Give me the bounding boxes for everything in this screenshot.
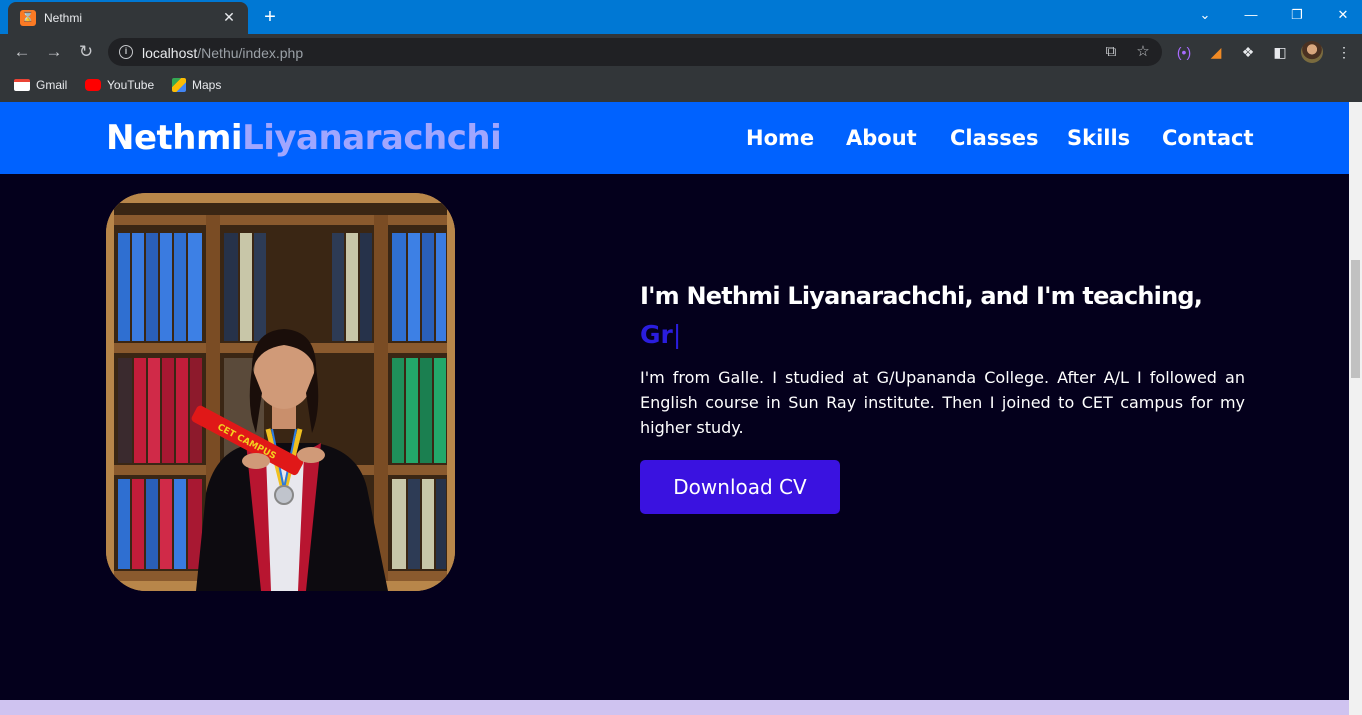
site-navbar: NethmiLiyanarachchi Home About Classes S…: [0, 102, 1349, 174]
browser-tabstrip: ⌛ Nethmi ✕ + ⌄ — ❐ ✕: [0, 0, 1362, 34]
gmail-icon: [14, 78, 30, 91]
profile-avatar[interactable]: [1301, 41, 1323, 63]
reload-button[interactable]: ↻: [74, 40, 98, 64]
hero-title: I'm Nethmi Liyanarachchi, and I'm teachi…: [640, 282, 1203, 310]
tab-search-icon[interactable]: ⌄: [1182, 0, 1228, 30]
extension-orange-icon[interactable]: ◢: [1206, 42, 1226, 62]
back-button[interactable]: ←: [10, 40, 34, 64]
next-section-edge: [0, 700, 1349, 715]
browser-toolbar: ← → ↻ i localhost/Nethu/index.php ⧉ ☆ (•…: [0, 34, 1362, 70]
bookmark-youtube[interactable]: YouTube: [85, 77, 154, 95]
address-bar[interactable]: i localhost/Nethu/index.php ⧉ ☆: [108, 38, 1162, 66]
nav-about[interactable]: About: [846, 126, 917, 150]
maps-icon: [172, 77, 186, 92]
browser-tab[interactable]: ⌛ Nethmi ✕: [8, 2, 248, 34]
download-cv-button[interactable]: Download CV: [640, 460, 840, 514]
close-tab-icon[interactable]: ✕: [220, 8, 238, 26]
nav-skills[interactable]: Skills: [1067, 126, 1130, 150]
nav-contact[interactable]: Contact: [1162, 126, 1254, 150]
web-page: NethmiLiyanarachchi Home About Classes S…: [0, 102, 1349, 715]
bookmarks-bar: Gmail YouTube Maps: [0, 70, 1362, 102]
hero-description: I'm from Galle. I studied at G/Upananda …: [640, 368, 1245, 437]
typing-cursor: |: [672, 320, 682, 349]
typed-text: Gr|: [640, 320, 682, 349]
close-window-button[interactable]: ✕: [1320, 0, 1362, 30]
youtube-icon: [85, 78, 101, 91]
page-scrollbar[interactable]: [1349, 102, 1362, 715]
url-text: localhost/Nethu/index.php: [142, 45, 304, 61]
forward-button[interactable]: →: [42, 40, 66, 64]
new-tab-button[interactable]: +: [258, 5, 282, 29]
side-panel-icon[interactable]: ◧: [1270, 42, 1290, 62]
site-info-icon[interactable]: i: [119, 45, 133, 59]
site-logo[interactable]: NethmiLiyanarachchi: [106, 118, 502, 158]
extension-radio-icon[interactable]: (•): [1174, 42, 1194, 62]
minimize-button[interactable]: —: [1228, 0, 1274, 30]
nav-home[interactable]: Home: [746, 126, 814, 150]
profile-photo: CET CAMPUS: [106, 193, 455, 591]
restore-button[interactable]: ❐: [1274, 0, 1320, 30]
nav-classes[interactable]: Classes: [950, 126, 1039, 150]
bookmark-gmail[interactable]: Gmail: [14, 77, 67, 95]
bookmark-star-icon[interactable]: ☆: [1133, 42, 1153, 62]
menu-kebab-icon[interactable]: ⋮: [1334, 42, 1354, 62]
share-icon[interactable]: ⧉: [1101, 42, 1121, 62]
bookmark-maps[interactable]: Maps: [172, 77, 221, 95]
scrollbar-thumb[interactable]: [1351, 260, 1360, 378]
xampp-icon: ⌛: [20, 10, 36, 26]
tab-title: Nethmi: [44, 11, 83, 25]
extensions-puzzle-icon[interactable]: ❖: [1238, 42, 1258, 62]
